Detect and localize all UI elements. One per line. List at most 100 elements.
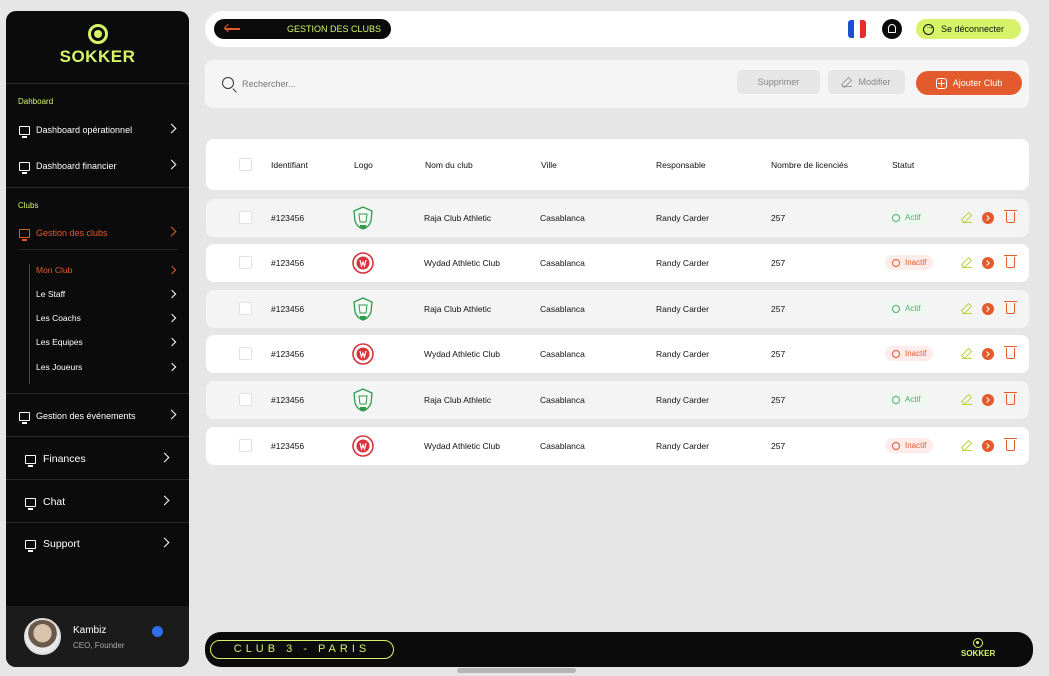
edit-row-icon[interactable] xyxy=(962,304,972,314)
cell-identifiant: #123456 xyxy=(271,395,305,405)
sidebar-item-finances[interactable]: Finances xyxy=(6,449,189,469)
column-header-responsable[interactable]: Responsable xyxy=(656,160,706,170)
status-label: Inactif xyxy=(905,349,927,358)
cell-ville: Casablanca xyxy=(540,304,585,314)
view-row-icon[interactable] xyxy=(982,440,994,452)
france-flag-icon[interactable] xyxy=(848,20,866,38)
view-row-icon[interactable] xyxy=(982,348,994,360)
sidebar-item-gestion-des-evenements[interactable]: Gestion des événements xyxy=(6,406,189,426)
chevron-right-icon xyxy=(166,123,177,134)
add-club-button[interactable]: Ajouter Club xyxy=(916,71,1022,95)
subnav-item-label: Les Joueurs xyxy=(36,362,83,372)
subnav-item-les-coachs[interactable]: Les Coachs xyxy=(36,310,189,326)
arrow-left-icon xyxy=(225,28,240,30)
wydad-logo-icon xyxy=(352,252,374,274)
back-button[interactable]: GESTION DES CLUBS xyxy=(214,19,391,39)
logout-button[interactable]: Se déconnecter xyxy=(916,19,1021,39)
user-profile[interactable]: Kambiz CEO, Founder xyxy=(6,606,189,667)
status-badge: Actif xyxy=(885,392,928,407)
row-checkbox[interactable] xyxy=(239,393,252,406)
edit-row-icon[interactable] xyxy=(962,395,972,405)
row-checkbox[interactable] xyxy=(239,439,252,452)
table-row[interactable]: #123456 Wydad Athletic Club Casablanca R… xyxy=(206,244,1029,282)
sidebar-item-label: Gestion des clubs xyxy=(36,228,108,238)
brand-name: SOKKER xyxy=(59,47,136,66)
status-label: Actif xyxy=(905,304,921,313)
footer-logo-text: SOKKER xyxy=(961,649,996,658)
profile-name: Kambiz xyxy=(73,625,107,636)
row-checkbox[interactable] xyxy=(239,211,252,224)
column-header-statut[interactable]: Statut xyxy=(892,160,914,170)
cell-nombre-de-licencies: 257 xyxy=(771,258,786,268)
table-row[interactable]: #123456 Raja Club Athletic Casablanca Ra… xyxy=(206,199,1029,237)
select-all-checkbox[interactable] xyxy=(239,158,252,171)
subnav-item-les-joueurs[interactable]: Les Joueurs xyxy=(36,359,189,375)
logout-label: Se déconnecter xyxy=(941,24,1005,34)
divider xyxy=(6,393,189,394)
divider xyxy=(6,522,189,523)
column-header-nombre-de-licencies[interactable]: Nombre de licenciés xyxy=(771,160,848,170)
table-row[interactable]: #123456 Raja Club Athletic Casablanca Ra… xyxy=(206,381,1029,419)
verified-badge-icon xyxy=(152,626,163,637)
cell-nombre-de-licencies: 257 xyxy=(771,304,786,314)
cell-responsable: Randy Carder xyxy=(656,441,709,451)
cell-responsable: Randy Carder xyxy=(656,213,709,223)
divider xyxy=(6,187,189,188)
cell-responsable: Randy Carder xyxy=(656,395,709,405)
sidebar-item-gestion-des-clubs[interactable]: Gestion des clubs xyxy=(6,223,189,243)
delete-row-icon[interactable] xyxy=(1004,255,1017,268)
add-club-label: Ajouter Club xyxy=(952,78,1003,88)
table-row[interactable]: #123456 Wydad Athletic Club Casablanca R… xyxy=(206,427,1029,465)
view-row-icon[interactable] xyxy=(982,257,994,269)
chevron-right-icon xyxy=(167,289,177,299)
raja-logo-icon xyxy=(353,206,373,230)
bell-icon[interactable] xyxy=(882,19,902,39)
cell-identifiant: #123456 xyxy=(271,304,305,314)
edit-row-icon[interactable] xyxy=(962,258,972,268)
sidebar-item-support[interactable]: Support xyxy=(6,534,189,554)
sidebar-item-dashboard-financier[interactable]: Dashboard financier xyxy=(6,156,189,176)
edit-row-icon[interactable] xyxy=(962,213,972,223)
column-header-ville[interactable]: Ville xyxy=(541,160,557,170)
x-circle-icon xyxy=(892,441,900,450)
subnav-line xyxy=(29,264,30,384)
cell-nom-du-club: Raja Club Athletic xyxy=(424,213,492,223)
brand-logo[interactable]: SOKKER xyxy=(6,24,189,67)
edit-row-icon[interactable] xyxy=(962,441,972,451)
view-row-icon[interactable] xyxy=(982,394,994,406)
column-header-identifiant[interactable]: Identifiant xyxy=(271,160,308,170)
subnav-item-les-equipes[interactable]: Les Equipes xyxy=(36,334,189,350)
delete-button[interactable]: Supprimer xyxy=(737,70,820,94)
wydad-logo-icon xyxy=(352,435,374,457)
delete-row-icon[interactable] xyxy=(1004,301,1017,314)
column-header-logo[interactable]: Logo xyxy=(354,160,373,170)
horizontal-scrollbar[interactable] xyxy=(457,668,576,673)
row-checkbox[interactable] xyxy=(239,256,252,269)
search-input[interactable] xyxy=(242,74,542,94)
search-icon xyxy=(222,77,234,89)
edit-button[interactable]: Modifier xyxy=(828,70,905,94)
view-row-icon[interactable] xyxy=(982,303,994,315)
edit-row-icon[interactable] xyxy=(962,349,972,359)
delete-row-icon[interactable] xyxy=(1004,210,1017,223)
sidebar: SOKKER Dahboard Dashboard opérationnel D… xyxy=(6,11,189,667)
delete-row-icon[interactable] xyxy=(1004,438,1017,451)
view-row-icon[interactable] xyxy=(982,212,994,224)
table-row[interactable]: #123456 Wydad Athletic Club Casablanca R… xyxy=(206,335,1029,373)
delete-row-icon[interactable] xyxy=(1004,346,1017,359)
table-row[interactable]: #123456 Raja Club Athletic Casablanca Ra… xyxy=(206,290,1029,328)
subnav-item-le-staff[interactable]: Le Staff xyxy=(36,286,189,302)
delete-row-icon[interactable] xyxy=(1004,392,1017,405)
x-circle-icon xyxy=(892,258,900,267)
plus-icon xyxy=(935,77,947,89)
sidebar-item-dashboard-operationnel[interactable]: Dashboard opérationnel xyxy=(6,120,189,140)
cell-nom-du-club: Raja Club Athletic xyxy=(424,395,492,405)
divider xyxy=(6,479,189,480)
subnav-item-mon-club[interactable]: Mon Club xyxy=(36,262,189,278)
column-header-nom-du-club[interactable]: Nom du club xyxy=(425,160,473,170)
sidebar-item-chat[interactable]: Chat xyxy=(6,492,189,512)
check-circle-icon xyxy=(892,213,900,222)
row-checkbox[interactable] xyxy=(239,302,252,315)
row-checkbox[interactable] xyxy=(239,347,252,360)
sidebar-item-label: Finances xyxy=(43,453,86,465)
